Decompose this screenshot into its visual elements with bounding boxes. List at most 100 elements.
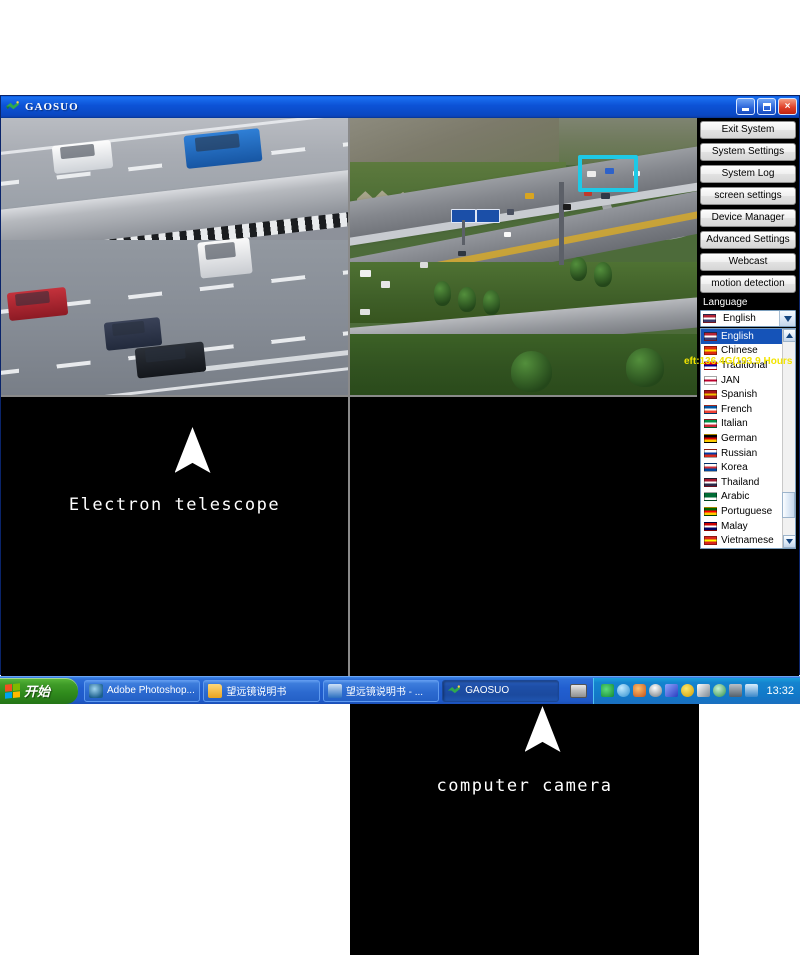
language-combobox[interactable]: English (700, 310, 796, 327)
battery-tray-icon[interactable] (745, 684, 759, 697)
flag-icon-thailand (704, 477, 717, 487)
video-cell-2[interactable] (350, 118, 699, 395)
window-titlebar[interactable]: GAOSUO × (1, 96, 799, 118)
close-button[interactable]: × (778, 98, 797, 115)
system-settings-button[interactable]: System Settings (700, 143, 796, 161)
flag-icon-spanish (704, 390, 717, 400)
flag-icon-german (704, 433, 717, 443)
gaosuo-tray-icon[interactable] (601, 684, 615, 697)
taskbar-item-gaosuo[interactable]: GAOSUO (442, 679, 559, 702)
taskbar-item-label: 望远镜说明书 (226, 687, 287, 698)
chevron-down-icon[interactable] (779, 311, 795, 326)
language-option-english[interactable]: English (701, 329, 784, 344)
flag-icon-english (704, 331, 717, 341)
flag-icon-malay (704, 521, 717, 531)
window-controls: × (736, 98, 797, 115)
taskbar-item-word-document[interactable]: 望远镜说明书 - ... (322, 679, 440, 702)
motion-detection-button[interactable]: motion detection (700, 275, 796, 293)
flag-icon-chinese (704, 346, 717, 356)
language-option-label: Spanish (721, 389, 758, 401)
language-option-spanish[interactable]: Spanish (701, 387, 784, 402)
language-option-malay[interactable]: Malay (701, 519, 784, 534)
printer-tray-icon[interactable] (569, 683, 588, 698)
language-option-label: Chinese (721, 345, 758, 357)
gaosuo-application-window: GAOSUO × Electron telescope computer cam… (0, 95, 800, 955)
system-clock[interactable]: 13:32 (766, 685, 794, 697)
scroll-down-arrow-icon[interactable] (783, 535, 795, 548)
motion-detection-roi-box[interactable] (577, 154, 638, 192)
start-label: 开始 (24, 684, 51, 699)
language-option-label: Portuguese (721, 505, 773, 517)
light-pole (559, 181, 564, 265)
language-option-label: German (721, 432, 758, 444)
flag-icon-vietnamese (704, 536, 717, 546)
volume-tray-icon[interactable] (697, 684, 711, 697)
folder-icon (208, 683, 223, 698)
vehicle-white-van (197, 237, 253, 279)
antivirus-tray-icon[interactable] (633, 684, 647, 697)
camera-1-scene (1, 118, 348, 395)
language-option-korea[interactable]: Korea (701, 460, 784, 475)
language-option-portuguese[interactable]: Portuguese (701, 504, 784, 519)
screen-settings-button[interactable]: screen settings (700, 187, 796, 205)
flag-icon-english (703, 314, 716, 323)
windows-taskbar: 开始 Adobe Photoshop... 望远镜说明书 望远镜说明书 - ..… (0, 676, 800, 704)
language-option-arabic[interactable]: Arabic (701, 490, 784, 505)
language-option-label: Arabic (721, 491, 750, 503)
webcast-button[interactable]: Webcast (700, 253, 796, 271)
language-option-french[interactable]: French (701, 402, 784, 417)
minimize-button[interactable] (736, 98, 755, 115)
language-option-label: French (721, 403, 753, 415)
disk-status-text: eft:136.4G(193.9 Hours (684, 356, 793, 367)
refresh-tray-icon[interactable] (713, 684, 727, 697)
grid-divider-vertical (348, 118, 350, 676)
video-cell-4[interactable]: computer camera (350, 676, 699, 955)
start-button[interactable]: 开始 (0, 677, 78, 704)
camera-tray-icon[interactable] (729, 684, 743, 697)
app-logo-icon (5, 100, 20, 113)
messenger-tray-icon[interactable] (617, 684, 631, 697)
flag-icon-portuguese (704, 506, 717, 516)
video-cell-3[interactable]: Electron telescope (1, 397, 348, 676)
word-icon (327, 683, 342, 698)
language-option-vietnamese[interactable]: Vietnamese (701, 533, 784, 548)
app-logo-icon (447, 684, 461, 698)
language-option-german[interactable]: German (701, 431, 784, 446)
flag-icon-italian (704, 419, 717, 429)
system-tray: 13:32 (593, 677, 800, 704)
flag-icon-french (704, 404, 717, 414)
language-option-thailand[interactable]: Thailand (701, 475, 784, 490)
taskbar-item-photoshop[interactable]: Adobe Photoshop... (84, 679, 201, 702)
maximize-button[interactable] (757, 98, 776, 115)
advanced-settings-button[interactable]: Advanced Settings (700, 231, 796, 249)
scroll-up-arrow-icon[interactable] (783, 329, 795, 342)
taskbar-item-folder[interactable]: 望远镜说明书 (203, 679, 320, 702)
network-tray-icon[interactable] (665, 684, 679, 697)
vehicle-red-car (6, 286, 69, 321)
language-option-label: English (721, 330, 754, 342)
flag-icon-jan (704, 375, 717, 385)
flag-icon-korea (704, 463, 717, 473)
device-manager-button[interactable]: Device Manager (700, 209, 796, 227)
language-option-italian[interactable]: Italian (701, 417, 784, 432)
windows-logo-icon (5, 682, 20, 699)
system-log-button[interactable]: System Log (700, 165, 796, 183)
update-tray-icon[interactable] (681, 684, 695, 697)
language-option-jan[interactable]: JAN (701, 373, 784, 388)
window-title: GAOSUO (25, 100, 79, 113)
video-cell-4-caption: computer camera (436, 776, 613, 796)
video-cell-1[interactable] (1, 118, 348, 395)
language-option-label: Vietnamese (721, 535, 774, 547)
language-option-label: Korea (721, 462, 748, 474)
flag-icon-arabic (704, 492, 717, 502)
language-option-label: Italian (721, 418, 748, 430)
qq-tray-icon[interactable] (649, 684, 663, 697)
exit-system-button[interactable]: Exit System (700, 121, 796, 139)
flag-icon-russian (704, 448, 717, 458)
language-selected-value: English (723, 313, 756, 324)
language-label: Language (703, 297, 748, 308)
taskbar-item-label: Adobe Photoshop... (107, 685, 195, 696)
scrollbar-thumb[interactable] (782, 492, 795, 518)
language-option-russian[interactable]: Russian (701, 446, 784, 461)
control-panel: Exit System System Settings System Log s… (684, 118, 799, 676)
